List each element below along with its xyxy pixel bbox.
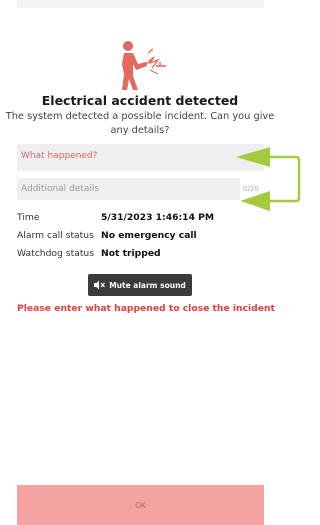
info-row-watchdog: Watchdog status Not tripped bbox=[17, 248, 161, 259]
info-label: Time bbox=[17, 212, 40, 223]
info-label: Watchdog status bbox=[17, 248, 95, 259]
page-title: Electrical accident detected bbox=[41, 93, 239, 108]
validation-warning: Please enter what happened to close the … bbox=[17, 303, 275, 314]
what-happened-input[interactable]: What happened? bbox=[17, 144, 264, 171]
electrical-accident-icon bbox=[122, 41, 166, 90]
arrow-head-lower bbox=[240, 191, 270, 211]
ok-button[interactable]: OK bbox=[17, 485, 264, 525]
details-char-counter: 0/20 bbox=[243, 185, 259, 193]
mute-alarm-button[interactable]: Mute alarm sound bbox=[88, 274, 192, 296]
speaker-muted-icon bbox=[94, 280, 106, 290]
top-bar bbox=[17, 0, 264, 8]
info-value: 5/31/2023 1:46:14 PM bbox=[101, 212, 215, 223]
info-row-time: Time 5/31/2023 1:46:14 PM bbox=[17, 212, 214, 223]
info-value: Not tripped bbox=[101, 248, 161, 259]
page-subtitle: The system detected a possible incident.… bbox=[5, 111, 275, 136]
info-label: Alarm call status bbox=[17, 230, 94, 241]
additional-details-input[interactable]: Additional details bbox=[17, 178, 240, 200]
mute-button-label: Mute alarm sound bbox=[109, 280, 186, 290]
info-value: No emergency call bbox=[101, 230, 197, 241]
info-row-alarm: Alarm call status No emergency call bbox=[17, 230, 197, 241]
